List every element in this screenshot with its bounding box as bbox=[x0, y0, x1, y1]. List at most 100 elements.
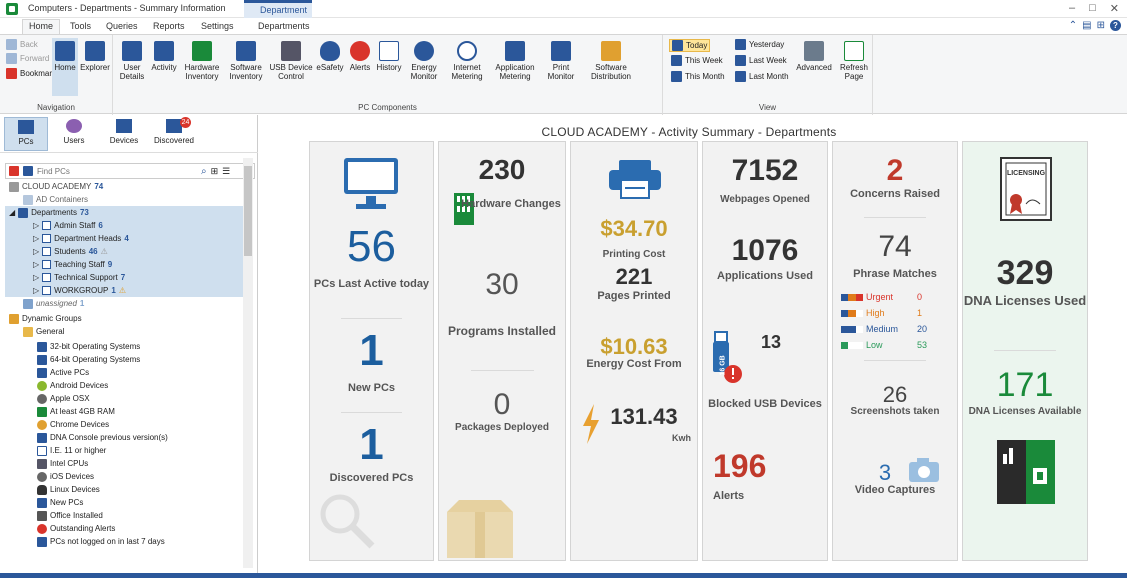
explorer-button[interactable]: Explorer bbox=[80, 41, 110, 72]
tree-child-department-heads[interactable]: ▷ Department Heads 4 bbox=[33, 232, 129, 245]
energy-cost-value[interactable]: $10.63 bbox=[571, 334, 697, 360]
home-button[interactable]: Home bbox=[52, 38, 78, 96]
dept-checkbox[interactable] bbox=[42, 260, 52, 269]
webpages-opened-value[interactable]: 7152 bbox=[703, 154, 827, 188]
hardware-inventory-button[interactable]: Hardware Inventory bbox=[181, 41, 223, 81]
collapsed-arrow-icon[interactable]: ▷ bbox=[33, 286, 39, 295]
collapse-ribbon-icon[interactable]: ⌃ bbox=[1069, 20, 1077, 31]
dept-checkbox[interactable] bbox=[42, 221, 52, 230]
tree-general-folder[interactable]: General bbox=[23, 325, 64, 338]
group-ios[interactable]: iOS Devices bbox=[37, 470, 94, 483]
panel-tab-users[interactable]: Users bbox=[52, 117, 96, 145]
discovered-pcs-value[interactable]: 1 bbox=[310, 420, 433, 470]
tab-reports[interactable]: Reports bbox=[147, 20, 191, 32]
dept-checkbox[interactable] bbox=[42, 234, 52, 243]
collapsed-arrow-icon[interactable]: ▷ bbox=[33, 221, 39, 230]
dna-licenses-used-value[interactable]: 329 bbox=[963, 254, 1087, 293]
search-input[interactable] bbox=[37, 166, 197, 176]
close-button[interactable]: ✕ bbox=[1110, 2, 1119, 15]
group-64bit[interactable]: 64-bit Operating Systems bbox=[37, 353, 140, 366]
software-inventory-button[interactable]: Software Inventory bbox=[225, 41, 267, 81]
blocked-usb-value[interactable]: 13 bbox=[751, 332, 791, 353]
group-not-logged-on[interactable]: PCs not logged on in last 7 days bbox=[37, 535, 165, 548]
panel-tab-devices[interactable]: Devices bbox=[102, 117, 146, 145]
group-android[interactable]: Android Devices bbox=[37, 379, 108, 392]
lock-icon[interactable] bbox=[23, 166, 33, 176]
tab-home[interactable]: Home bbox=[22, 19, 61, 35]
tree-child-technical-support[interactable]: ▷ Technical Support 7 bbox=[33, 271, 125, 284]
group-linux[interactable]: Linux Devices bbox=[37, 483, 100, 496]
tree-view-icon[interactable]: ☰ bbox=[222, 166, 230, 177]
hardware-changes-value[interactable]: 230 bbox=[439, 154, 565, 186]
programs-installed-value[interactable]: 30 bbox=[439, 268, 565, 302]
last-month-button[interactable]: Last Month bbox=[735, 71, 789, 82]
phrase-level-medium[interactable]: Medium 20 bbox=[841, 324, 931, 334]
panel-tab-discovered[interactable]: 24 Discovered bbox=[152, 117, 196, 145]
dept-checkbox[interactable] bbox=[42, 286, 52, 295]
tab-tools[interactable]: Tools bbox=[64, 20, 97, 32]
software-distribution-button[interactable]: Software Distribution bbox=[585, 41, 637, 81]
tree-child-teaching-staff[interactable]: ▷ Teaching Staff 9 bbox=[33, 258, 112, 271]
activity-button[interactable]: Activity bbox=[149, 41, 179, 72]
group-chrome[interactable]: Chrome Devices bbox=[37, 418, 109, 431]
phrase-level-urgent[interactable]: Urgent 0 bbox=[841, 292, 931, 302]
alert-filter-icon[interactable] bbox=[9, 166, 19, 176]
dna-licenses-available-value[interactable]: 171 bbox=[963, 366, 1087, 405]
minimize-button[interactable]: – bbox=[1069, 2, 1075, 15]
tree-unassigned[interactable]: unassigned 1 bbox=[23, 297, 84, 310]
alerts-button[interactable]: Alerts bbox=[347, 41, 373, 72]
tree-child-admin-staff[interactable]: ▷ Admin Staff 6 bbox=[33, 219, 103, 232]
tab-settings[interactable]: Settings bbox=[195, 20, 240, 32]
tree-ad-containers[interactable]: AD Containers bbox=[23, 193, 88, 206]
usb-device-control-button[interactable]: USB Device Control bbox=[269, 41, 313, 81]
expand-arrow-icon[interactable]: ◢ bbox=[9, 208, 15, 217]
binoculars-icon[interactable]: ⊞ bbox=[1097, 20, 1105, 31]
group-apple-osx[interactable]: Apple OSX bbox=[37, 392, 90, 405]
group-outstanding-alerts[interactable]: Outstanding Alerts bbox=[37, 522, 115, 535]
maximize-button[interactable]: □ bbox=[1089, 2, 1096, 15]
group-32bit[interactable]: 32-bit Operating Systems bbox=[37, 340, 140, 353]
pcs-last-active-value[interactable]: 56 bbox=[310, 222, 433, 272]
esafety-button[interactable]: eSafety bbox=[315, 41, 345, 72]
search-icon[interactable]: ⌕ bbox=[201, 166, 207, 177]
tree-child-students[interactable]: ▷ Students 46 ⚠ bbox=[33, 245, 108, 258]
phrase-level-low[interactable]: Low 53 bbox=[841, 340, 931, 350]
collapsed-arrow-icon[interactable]: ▷ bbox=[33, 234, 39, 243]
refresh-page-button[interactable]: Refresh Page bbox=[837, 41, 871, 81]
forward-button[interactable]: Forward bbox=[6, 53, 49, 64]
group-intel[interactable]: Intel CPUs bbox=[37, 457, 88, 470]
back-button[interactable]: Back bbox=[6, 39, 38, 50]
user-details-button[interactable]: User Details bbox=[117, 41, 147, 81]
group-active-pcs[interactable]: Active PCs bbox=[37, 366, 89, 379]
yesterday-button[interactable]: Yesterday bbox=[735, 39, 784, 50]
screenshots-value[interactable]: 26 bbox=[833, 382, 957, 408]
collapsed-arrow-icon[interactable]: ▷ bbox=[33, 247, 39, 256]
printing-cost-value[interactable]: $34.70 bbox=[571, 216, 697, 242]
tree-root[interactable]: CLOUD ACADEMY 74 bbox=[9, 180, 103, 193]
advanced-button[interactable]: Advanced bbox=[795, 41, 833, 72]
collapsed-arrow-icon[interactable]: ▷ bbox=[33, 273, 39, 282]
phrase-level-high[interactable]: High 1 bbox=[841, 308, 931, 318]
concerns-raised-value[interactable]: 2 bbox=[833, 154, 957, 188]
group-dna-console[interactable]: DNA Console previous version(s) bbox=[37, 431, 168, 444]
help-icon[interactable]: ? bbox=[1110, 20, 1121, 31]
applications-used-value[interactable]: 1076 bbox=[703, 234, 827, 268]
this-month-button[interactable]: This Month bbox=[671, 71, 725, 82]
history-button[interactable]: History bbox=[375, 41, 403, 72]
new-pcs-value[interactable]: 1 bbox=[310, 326, 433, 376]
alerts-value[interactable]: 196 bbox=[713, 448, 773, 485]
pages-printed-value[interactable]: 221 bbox=[571, 264, 697, 290]
internet-metering-button[interactable]: Internet Metering bbox=[445, 41, 489, 81]
tree-child-workgroup[interactable]: ▷ WORKGROUP 1 ⚠ bbox=[33, 284, 126, 297]
tree-dynamic-groups[interactable]: Dynamic Groups bbox=[9, 312, 82, 325]
group-new-pcs[interactable]: New PCs bbox=[37, 496, 83, 509]
print-icon[interactable]: ▤ bbox=[1082, 20, 1091, 31]
energy-monitor-button[interactable]: Energy Monitor bbox=[405, 41, 443, 81]
scroll-thumb[interactable] bbox=[244, 166, 252, 256]
print-monitor-button[interactable]: Print Monitor bbox=[541, 41, 581, 81]
energy-kwh-value[interactable]: 131.43 bbox=[589, 404, 699, 430]
application-metering-button[interactable]: Application Metering bbox=[491, 41, 539, 81]
tree-departments[interactable]: ◢ Departments 73 bbox=[9, 206, 89, 219]
group-office[interactable]: Office Installed bbox=[37, 509, 103, 522]
collapsed-arrow-icon[interactable]: ▷ bbox=[33, 260, 39, 269]
